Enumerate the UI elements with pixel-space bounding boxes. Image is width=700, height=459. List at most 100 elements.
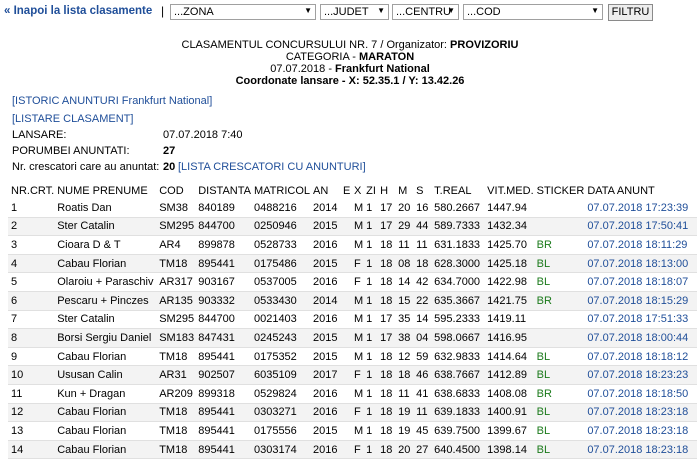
cell-cod: TM18 [156, 254, 196, 273]
cell-cod: SM295 [159, 313, 195, 326]
cell-distanta: 895441 [195, 403, 251, 422]
column-header-zi: ZI [366, 185, 376, 197]
cell-nr: 9 [11, 350, 18, 363]
cell-cod: AR4 [159, 238, 181, 251]
listare-clasament-link[interactable]: [LISTARE CLASAMENT] [12, 113, 133, 125]
cell-h: 17 [377, 217, 396, 236]
column-header-distanta: DISTANTA [198, 185, 251, 197]
cell-zi: 1 [363, 403, 378, 422]
column-header-vitmed: VIT.MED. [487, 185, 534, 197]
cell-m: 12 [398, 350, 411, 363]
column-header-nr: NR.CRT. [11, 185, 55, 197]
cod-select[interactable]: ...COD ▼ [463, 4, 603, 20]
cell-x: F [351, 440, 364, 459]
cell-x: M [354, 350, 364, 363]
cell-distanta: 844700 [195, 217, 251, 236]
cell-matricol: 0175352 [253, 350, 297, 363]
zona-select[interactable]: ...ZONA ▼ [170, 4, 316, 20]
cell-an: 2016 [310, 440, 340, 459]
cell-x: F [354, 276, 361, 289]
cell-m: 20 [395, 440, 414, 459]
cell-sticker: BL [533, 254, 585, 273]
column-header-s: S [416, 185, 424, 197]
cell-matricol: 0303174 [250, 440, 310, 459]
cell-e [340, 403, 351, 422]
cell-e [340, 236, 351, 255]
cell-an: 2015 [310, 328, 340, 348]
table-row: 3 Cioara D & T AR4 899878 0528733 2016 M 1 18 11 1… [8, 236, 698, 255]
cell-cod: TM18 [156, 440, 196, 459]
cell-distanta: 895441 [195, 254, 251, 273]
cell-nume: Ususan Calin [54, 365, 157, 385]
cell-x: M [354, 313, 364, 326]
cell-matricol: 0175486 [250, 254, 310, 273]
column-header-nume: NUME PRENUME [57, 185, 148, 197]
cell-nume: Cabau Florian [54, 440, 157, 459]
cell-e [340, 199, 351, 217]
chevron-down-icon: ▼ [304, 6, 312, 15]
cell-treal: 595.2333 [434, 313, 481, 326]
cell-x: M [351, 291, 364, 311]
cell-cod: AR209 [159, 387, 193, 400]
cell-cod: SM38 [159, 201, 188, 214]
cell-an: 2016 [313, 238, 338, 251]
cell-cod: SM295 [156, 217, 196, 236]
cell-e [340, 365, 351, 385]
cell-sticker [534, 199, 585, 217]
chevron-down-icon: ▼ [591, 6, 599, 15]
cell-cod: AR31 [156, 365, 196, 385]
judet-select[interactable]: ...JUDET ▼ [320, 4, 389, 20]
cell-vitmed: 1416.95 [484, 328, 534, 348]
cell-s: 04 [413, 328, 432, 348]
cell-e [340, 384, 351, 403]
crescatori-label: Nr. crescatori care au anuntat: [12, 161, 160, 173]
cell-treal: 640.4500 [431, 440, 485, 459]
cell-vitmed: 1425.18 [484, 254, 534, 273]
lista-crescatori-link[interactable]: [LISTA CRESCATORI CU ANUNTURI] [178, 161, 366, 173]
cell-e [340, 291, 351, 311]
cell-nume: Cioara D & T [57, 238, 121, 251]
cell-s: 22 [413, 291, 432, 311]
table-row: 8 Borsi Sergiu Daniel SM183 847431 0245243 20… [8, 328, 698, 348]
cell-an: 2015 [310, 254, 340, 273]
cell-an: 2016 [310, 403, 340, 422]
cell-sticker: BR [533, 291, 585, 311]
cell-h: 18 [377, 291, 396, 311]
cell-nr: 6 [8, 291, 55, 311]
centru-select[interactable]: ...CENTRU ▼ [392, 4, 459, 20]
cell-distanta: 902507 [195, 365, 251, 385]
cell-sticker: BL [533, 403, 585, 422]
cell-treal: 598.0667 [431, 328, 485, 348]
judet-select-value: ...JUDET [324, 6, 369, 18]
cod-select-value: ...COD [467, 6, 501, 18]
cell-data: 07.07.2018 17:23:39 [587, 201, 689, 214]
cell-vitmed: 1447.94 [487, 201, 527, 214]
cell-s: 27 [413, 440, 432, 459]
cell-nr: 4 [8, 254, 55, 273]
cell-data: 07.07.2018 18:13:00 [584, 254, 698, 273]
cell-sticker: BL [536, 350, 551, 363]
cell-h: 17 [377, 328, 396, 348]
cell-x: F [351, 403, 364, 422]
cell-nr: 14 [8, 440, 55, 459]
cell-an: 2015 [313, 424, 338, 437]
cell-nume: Cabau Florian [54, 254, 157, 273]
back-to-rankings-link[interactable]: « Inapoi la lista clasamente [4, 5, 152, 17]
cell-s: 16 [416, 201, 429, 214]
ranking-table: NR.CRT. NUME PRENUME COD DISTANTA MATRICOL AN… [8, 183, 698, 459]
cell-e [340, 347, 351, 366]
cell-sticker: BR [536, 387, 552, 400]
zona-select-value: ...ZONA [174, 6, 214, 18]
cell-matricol: 0537005 [253, 276, 297, 289]
cell-s: 11 [416, 238, 428, 251]
cell-treal: 628.3000 [431, 254, 485, 273]
cell-h: 18 [380, 276, 393, 289]
cell-m: 19 [398, 424, 411, 437]
cell-x: M [354, 424, 364, 437]
istoric-anunturi-link[interactable]: [ISTORIC ANUNTURI Frankfurt National] [12, 95, 212, 107]
cell-e [340, 422, 351, 441]
cell-nr: 12 [8, 403, 55, 422]
filter-button[interactable]: FILTRU [608, 4, 653, 21]
cell-matricol: 0533430 [250, 291, 310, 311]
cell-data: 07.07.2018 17:50:41 [584, 217, 698, 236]
